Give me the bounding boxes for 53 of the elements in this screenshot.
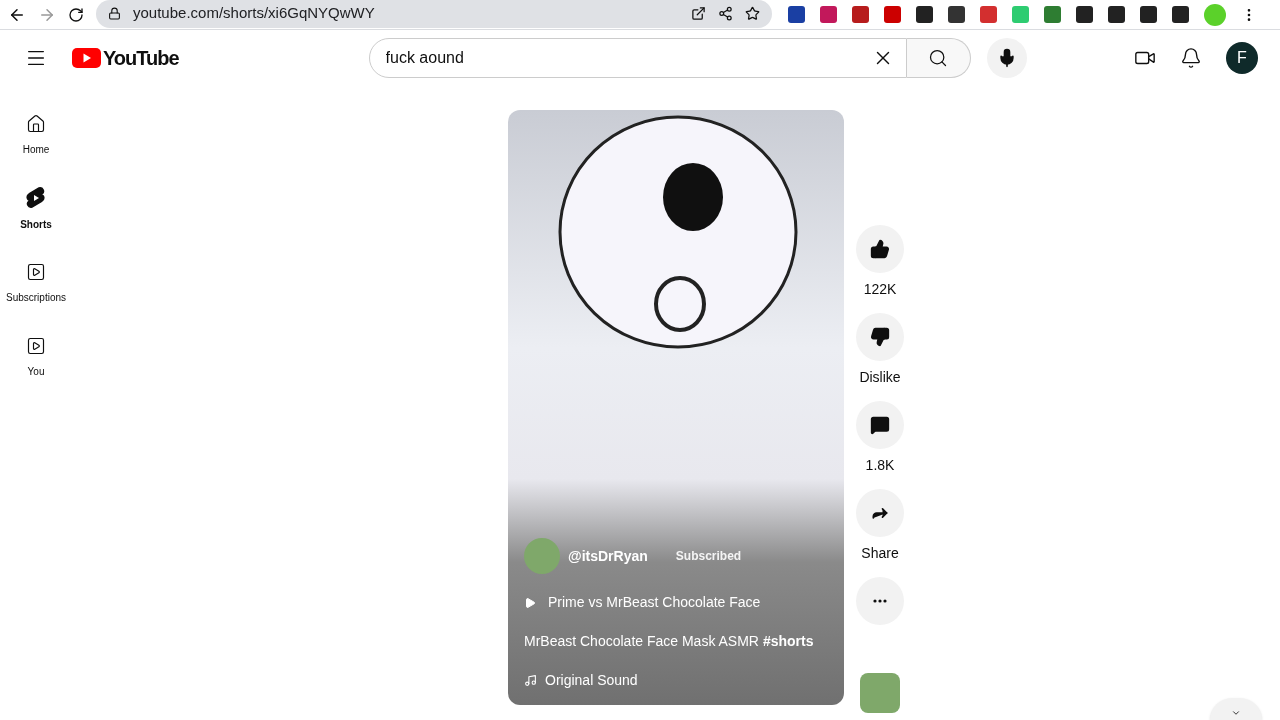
search-icon bbox=[928, 48, 949, 68]
action-label: Share bbox=[861, 544, 899, 563]
action-label: 122K bbox=[863, 280, 897, 299]
account-avatar[interactable]: F bbox=[1226, 42, 1258, 74]
subscriptions-icon bbox=[26, 261, 46, 282]
url-text: youtube.com/shorts/xi6GqNYQwWY bbox=[133, 3, 376, 24]
voice-search-button[interactable] bbox=[986, 38, 1027, 78]
play-icon bbox=[524, 596, 536, 609]
sidebar-item[interactable]: Shorts bbox=[0, 172, 72, 246]
home-icon bbox=[26, 113, 46, 134]
action-button[interactable] bbox=[856, 489, 904, 537]
action-button[interactable] bbox=[856, 313, 904, 361]
extension-icon[interactable] bbox=[788, 6, 805, 23]
sidebar-item[interactable]: You bbox=[0, 320, 72, 394]
action-button[interactable] bbox=[856, 225, 904, 273]
extension-icon[interactable] bbox=[1172, 6, 1189, 23]
sidebar-item[interactable]: Home bbox=[0, 98, 72, 172]
extension-icon[interactable] bbox=[820, 6, 837, 23]
extension-icon[interactable] bbox=[1140, 6, 1157, 23]
lock-icon bbox=[108, 7, 121, 20]
music-note-icon bbox=[524, 674, 537, 687]
extension-icon[interactable] bbox=[852, 6, 869, 23]
extension-icon[interactable] bbox=[1076, 6, 1093, 23]
action-label: 1.8K bbox=[865, 456, 895, 475]
action-button[interactable] bbox=[856, 401, 904, 449]
search-input[interactable]: fuck aound bbox=[385, 46, 872, 70]
thumbs-up-icon bbox=[870, 239, 890, 259]
thumbs-down-icon bbox=[870, 327, 890, 347]
open-external-icon[interactable] bbox=[691, 6, 706, 21]
extension-icon[interactable] bbox=[1044, 6, 1061, 23]
library-icon bbox=[26, 335, 46, 356]
logo-icon bbox=[72, 48, 101, 68]
playlist-link[interactable]: Prime vs MrBeast Chocolate Face bbox=[548, 592, 761, 613]
profile-icon[interactable] bbox=[1204, 3, 1226, 26]
notifications-icon[interactable] bbox=[1180, 47, 1202, 69]
video-player[interactable]: @itsDrRyan Subscribed Prime vs MrBeast Chocolate Face MrBeast Chocolate Face Mask ASMR #shorts Original Sound bbox=[508, 110, 844, 705]
more-icon bbox=[873, 599, 887, 603]
sidebar-item[interactable]: Subscriptions bbox=[0, 246, 72, 320]
video-title: MrBeast Chocolate Face Mask ASMR #shorts bbox=[524, 632, 815, 651]
logo-text: YouTube bbox=[103, 46, 179, 71]
search-button[interactable] bbox=[906, 38, 971, 78]
share-icon[interactable] bbox=[718, 6, 733, 21]
address-bar[interactable]: youtube.com/shorts/xi6GqNYQwWY bbox=[96, 0, 772, 28]
sound-avatar[interactable] bbox=[860, 673, 900, 713]
reload-icon[interactable] bbox=[68, 6, 84, 23]
action-label: Dislike bbox=[859, 368, 901, 387]
sound-name[interactable]: Original Sound bbox=[545, 670, 638, 691]
bookmark-star-icon[interactable] bbox=[745, 6, 760, 21]
comment-icon bbox=[870, 415, 890, 435]
shorts-icon bbox=[26, 186, 46, 209]
extension-icon[interactable] bbox=[916, 6, 933, 23]
extension-icon[interactable] bbox=[948, 6, 965, 23]
extension-icon[interactable] bbox=[1108, 6, 1125, 23]
